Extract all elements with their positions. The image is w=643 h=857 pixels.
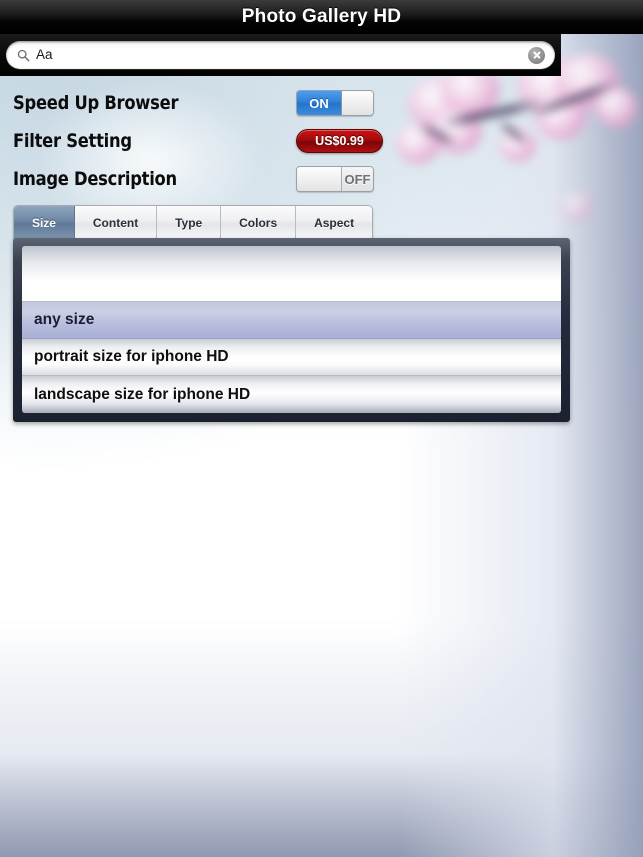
setting-label-image-description: Image Description [13, 168, 177, 190]
size-picker: any size portrait size for iphone HD lan… [13, 238, 570, 422]
tab-size[interactable]: Size [14, 206, 75, 239]
settings-list: Speed Up Browser ON Filter Setting US$0.… [0, 84, 390, 198]
filter-tab-bar: Size Content Type Colors Aspect [13, 205, 373, 239]
setting-label-filter-setting: Filter Setting [13, 130, 132, 152]
size-picker-list[interactable]: any size portrait size for iphone HD lan… [22, 246, 561, 413]
tab-type[interactable]: Type [157, 206, 222, 239]
page-title: Photo Gallery HD [241, 6, 402, 27]
speed-up-browser-toggle[interactable]: ON [296, 90, 374, 116]
image-description-toggle[interactable]: OFF [296, 166, 374, 192]
setting-row-image-description: Image Description OFF [0, 160, 390, 198]
setting-control-image-description: OFF [296, 166, 374, 192]
list-item-any-size[interactable]: any size [22, 302, 561, 339]
tab-colors[interactable]: Colors [221, 206, 297, 239]
clear-search-icon[interactable] [528, 46, 545, 64]
list-item[interactable] [22, 246, 561, 302]
app-root: Photo Gallery HD Aa Speed Up Browser ON … [0, 0, 643, 857]
tab-aspect[interactable]: Aspect [296, 206, 372, 239]
list-item-landscape-size[interactable]: landscape size for iphone HD [22, 376, 561, 413]
setting-row-filter-setting: Filter Setting US$0.99 [0, 122, 390, 160]
search-bar: Aa [0, 34, 561, 76]
setting-control-speed-up-browser: ON [296, 90, 374, 116]
setting-row-speed-up-browser: Speed Up Browser ON [0, 84, 390, 122]
toggle-knob[interactable] [341, 91, 373, 115]
toggle-knob[interactable] [297, 167, 342, 191]
toggle-on-label: ON [297, 91, 341, 115]
filter-setting-price-button[interactable]: US$0.99 [296, 129, 383, 153]
search-field[interactable]: Aa [6, 41, 555, 69]
setting-label-speed-up-browser: Speed Up Browser [13, 92, 179, 114]
list-item-portrait-size[interactable]: portrait size for iphone HD [22, 339, 561, 376]
tab-content[interactable]: Content [74, 206, 158, 239]
search-input[interactable]: Aa [36, 48, 528, 62]
setting-control-filter-setting: US$0.99 [296, 129, 383, 153]
toggle-off-label: OFF [342, 167, 373, 191]
title-bar: Photo Gallery HD [0, 0, 643, 34]
search-icon [17, 49, 30, 61]
